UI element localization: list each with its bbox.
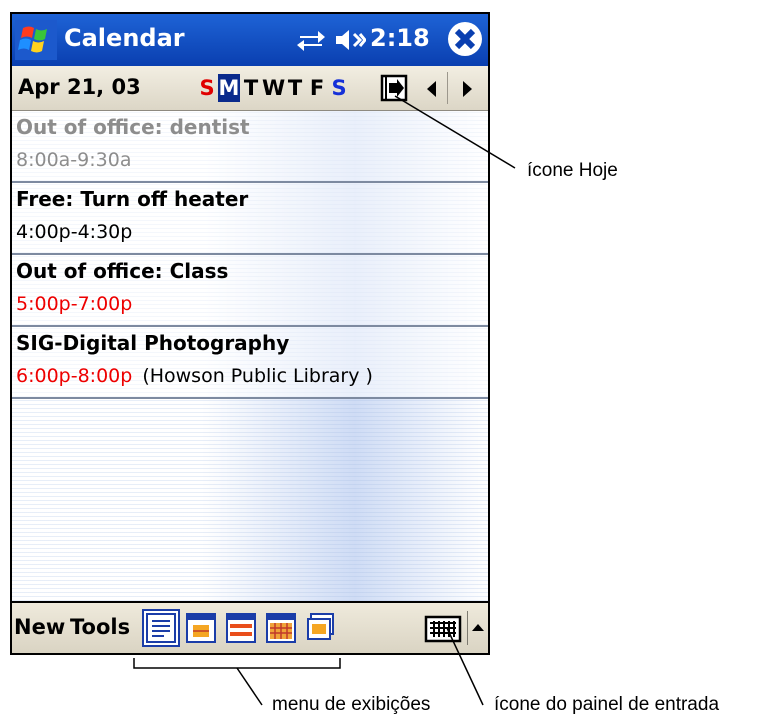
input-panel-icon-callout: ícone do painel de entrada (494, 694, 720, 715)
today-icon-callout: ícone Hoje (527, 160, 618, 181)
views-menu-callout: menu de exibições (272, 694, 431, 715)
callout-lines (133, 95, 516, 706)
